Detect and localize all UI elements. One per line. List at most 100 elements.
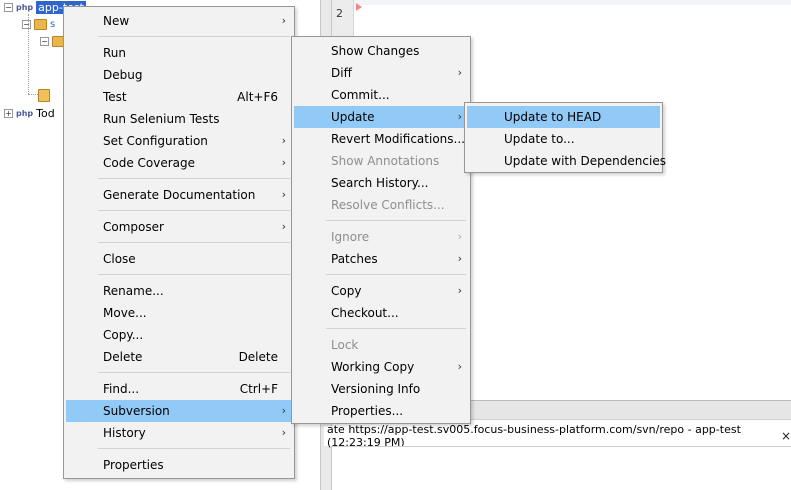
menu-item-label: Close xyxy=(103,252,136,266)
menu-item-delete[interactable]: Delete Delete xyxy=(66,346,292,368)
menu-item-resolve-conflicts: Resolve Conflicts... xyxy=(294,194,468,216)
menu-item-label: Resolve Conflicts... xyxy=(331,198,445,212)
menu-separator xyxy=(326,328,466,329)
menu-item-diff[interactable]: Diff › xyxy=(294,62,468,84)
menu-item-debug[interactable]: Debug xyxy=(66,64,292,86)
update-submenu: Update to HEAD Update to... Update with … xyxy=(464,102,666,173)
menu-item-lock: Lock xyxy=(294,334,468,356)
menu-item-label: Run xyxy=(103,46,127,60)
menu-item-label: Checkout... xyxy=(331,306,399,320)
folder-icon xyxy=(34,18,47,30)
menu-item-label: Properties xyxy=(103,458,164,472)
menu-separator xyxy=(98,274,290,275)
tree-row-config[interactable] xyxy=(38,88,53,102)
line-number: 2 xyxy=(336,7,343,20)
submenu-arrow-icon: › xyxy=(281,14,286,27)
collapse-icon[interactable]: − xyxy=(4,2,13,12)
menu-item-update-to[interactable]: Update to... xyxy=(467,128,660,150)
menu-separator xyxy=(98,36,290,37)
menu-item-label: Test xyxy=(103,90,127,104)
menu-item-label: Revert Modifications... xyxy=(331,132,465,146)
menu-item-label: Run Selenium Tests xyxy=(103,112,220,126)
menu-item-label: Ignore xyxy=(331,230,370,244)
menu-item-svn-copy[interactable]: Copy › xyxy=(294,280,468,302)
menu-item-commit[interactable]: Commit... xyxy=(294,84,468,106)
output-tab[interactable]: ate https://app-test.sv005.focus-busines… xyxy=(324,423,791,449)
menu-item-close[interactable]: Close xyxy=(66,248,292,270)
menu-item-label: Diff xyxy=(331,66,352,80)
tree-guide-line xyxy=(28,14,29,94)
submenu-arrow-icon: › xyxy=(281,188,286,201)
menu-item-find[interactable]: Find... Ctrl+F xyxy=(66,378,292,400)
submenu-arrow-icon: › xyxy=(281,134,286,147)
subversion-submenu: Show Changes Diff › Commit... Update › R… xyxy=(291,36,471,424)
menu-item-history[interactable]: History › xyxy=(66,422,292,444)
php-project-icon: php xyxy=(16,2,34,12)
menu-item-properties[interactable]: Properties xyxy=(66,454,292,476)
menu-separator xyxy=(326,220,466,221)
menu-item-label: Show Changes xyxy=(331,44,420,58)
menu-item-generate-documentation[interactable]: Generate Documentation › xyxy=(66,184,292,206)
menu-item-label: Lock xyxy=(331,338,359,352)
menu-separator xyxy=(326,274,466,275)
submenu-arrow-icon: › xyxy=(457,284,462,297)
submenu-arrow-icon: › xyxy=(457,252,462,265)
collapse-icon[interactable]: − xyxy=(22,19,31,29)
menu-item-update-to-head[interactable]: Update to HEAD xyxy=(467,106,660,128)
menu-item-revert-modifications[interactable]: Revert Modifications... xyxy=(294,128,468,150)
menu-item-label: Composer xyxy=(103,220,164,234)
project-name-sibling[interactable]: Tod xyxy=(36,107,55,120)
menu-item-run-selenium-tests[interactable]: Run Selenium Tests xyxy=(66,108,292,130)
menu-item-label: Show Annotations xyxy=(331,154,440,168)
menu-item-label: Find... xyxy=(103,382,140,396)
menu-item-show-annotations: Show Annotations xyxy=(294,150,468,172)
menu-item-label: Delete xyxy=(103,350,143,364)
tree-row-source-folder[interactable]: − s xyxy=(22,17,55,31)
menu-item-show-changes[interactable]: Show Changes xyxy=(294,40,468,62)
menu-item-move[interactable]: Move... xyxy=(66,302,292,324)
menu-item-label: Copy xyxy=(331,284,362,298)
menu-item-label: Rename... xyxy=(103,284,164,298)
menu-item-label: Update to HEAD xyxy=(504,110,602,124)
menu-separator xyxy=(98,178,290,179)
menu-item-patches[interactable]: Patches › xyxy=(294,248,468,270)
current-line-highlight xyxy=(354,0,791,5)
menu-item-label: Subversion xyxy=(103,404,170,418)
menu-item-subversion[interactable]: Subversion › xyxy=(66,400,292,422)
menu-item-label: Move... xyxy=(103,306,147,320)
submenu-arrow-icon: › xyxy=(457,110,462,123)
menu-item-composer[interactable]: Composer › xyxy=(66,216,292,238)
collapse-icon[interactable]: − xyxy=(40,36,49,46)
menu-item-update-with-dependencies[interactable]: Update with Dependencies xyxy=(467,150,666,172)
expand-icon[interactable]: + xyxy=(4,108,13,118)
folder-name: s xyxy=(50,18,56,30)
menu-item-code-coverage[interactable]: Code Coverage › xyxy=(66,152,292,174)
menu-item-copy[interactable]: Copy... xyxy=(66,324,292,346)
menu-item-label: Commit... xyxy=(331,88,390,102)
menu-item-test[interactable]: Test Alt+F6 xyxy=(66,86,292,108)
menu-item-set-configuration[interactable]: Set Configuration › xyxy=(66,130,292,152)
menu-item-update[interactable]: Update › xyxy=(294,106,468,128)
menu-item-search-history[interactable]: Search History... xyxy=(294,172,468,194)
menu-separator xyxy=(98,372,290,373)
error-marker-icon xyxy=(356,3,362,11)
menu-item-label: Update xyxy=(331,110,375,124)
menu-item-versioning-info[interactable]: Versioning Info xyxy=(294,378,468,400)
menu-item-checkout[interactable]: Checkout... xyxy=(294,302,468,324)
menu-item-label: New xyxy=(103,14,130,28)
close-icon[interactable]: × xyxy=(781,429,791,443)
submenu-arrow-icon: › xyxy=(457,230,462,243)
config-file-icon xyxy=(38,88,50,102)
menu-item-new[interactable]: New › xyxy=(66,10,292,32)
output-body xyxy=(332,446,791,490)
menu-item-label: Update with Dependencies xyxy=(504,154,666,168)
menu-accelerator: Delete xyxy=(238,350,278,364)
menu-item-svn-properties[interactable]: Properties... xyxy=(294,400,468,422)
submenu-arrow-icon: › xyxy=(457,360,462,373)
menu-item-working-copy[interactable]: Working Copy › xyxy=(294,356,468,378)
menu-item-run[interactable]: Run xyxy=(66,42,292,64)
menu-separator xyxy=(98,210,290,211)
menu-item-label: Debug xyxy=(103,68,143,82)
tree-row-sibling-project[interactable]: + php Tod xyxy=(4,106,55,120)
menu-item-rename[interactable]: Rename... xyxy=(66,280,292,302)
